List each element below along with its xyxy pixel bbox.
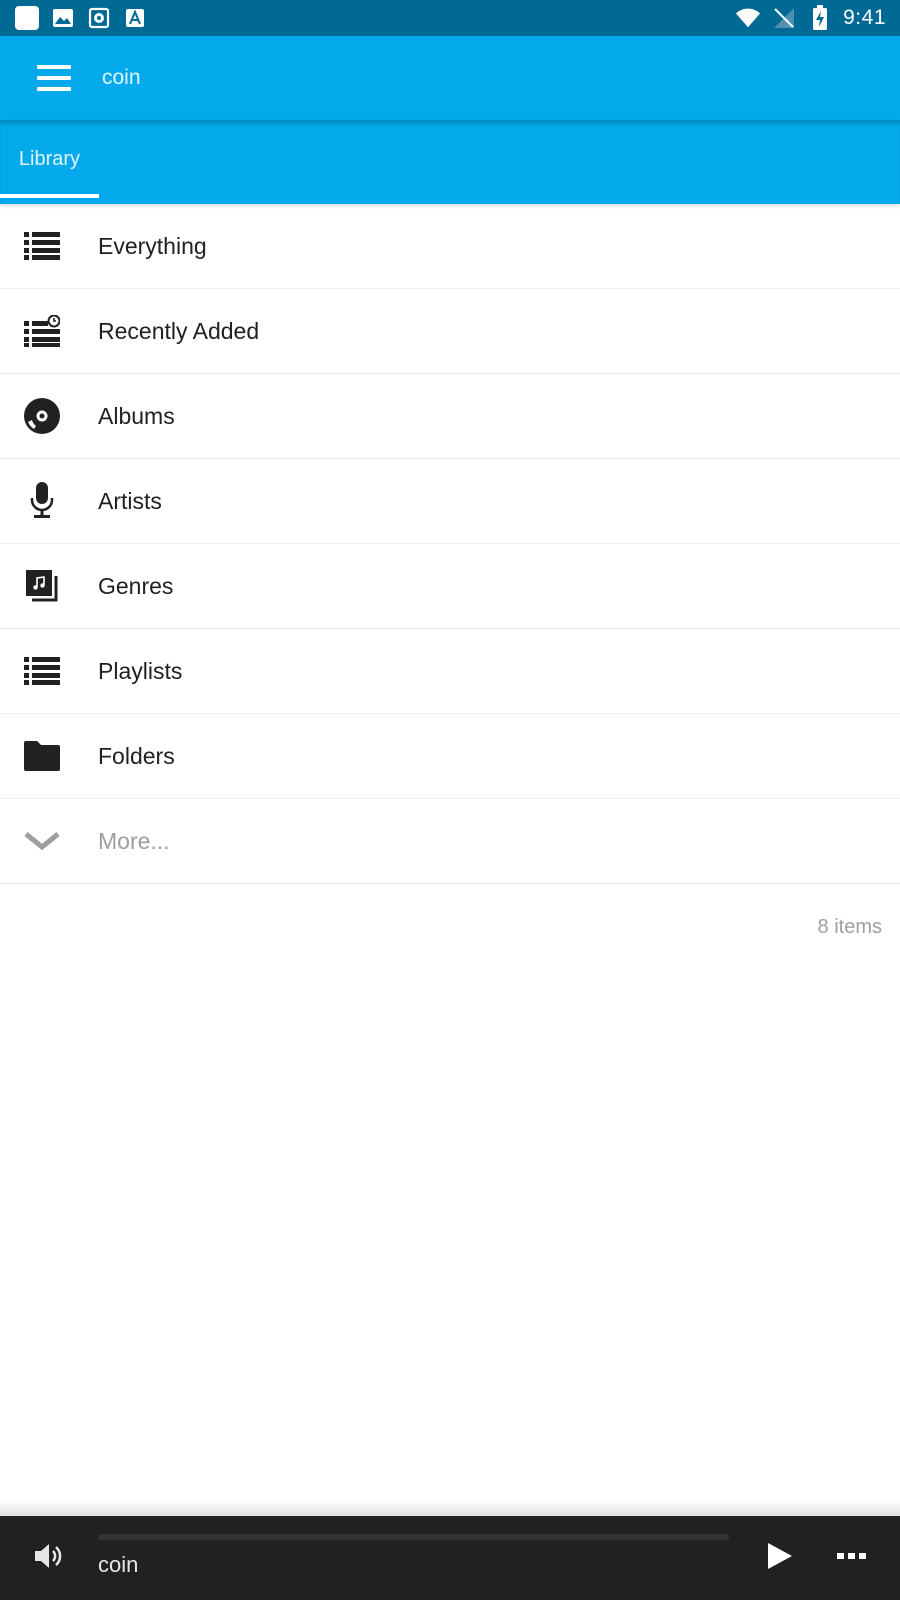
text-notification-icon — [122, 5, 148, 31]
player-shadow — [0, 1500, 900, 1516]
volume-button[interactable] — [28, 1536, 68, 1576]
library-item-label: Albums — [98, 402, 175, 429]
play-icon — [768, 1543, 792, 1569]
library-item-label: Folders — [98, 742, 175, 769]
items-count: 8 items — [817, 916, 882, 938]
library-item-label: Everything — [98, 232, 207, 259]
app-notification-icon — [14, 5, 40, 31]
tab-indicator — [0, 194, 99, 198]
battery-charging-icon — [807, 5, 833, 31]
library-item-albums[interactable]: Albums — [0, 374, 900, 459]
library-item-label: Genres — [98, 572, 174, 599]
library-item-label: More... — [98, 827, 170, 854]
library-item-everything[interactable]: Everything — [0, 204, 900, 289]
library-item-label: Artists — [98, 487, 162, 514]
library-item-playlists[interactable]: Playlists — [0, 629, 900, 714]
app-bar: coin — [0, 36, 900, 120]
folder-icon — [0, 741, 98, 771]
list-icon — [0, 232, 98, 260]
no-signal-icon — [771, 5, 797, 31]
recent-list-icon — [0, 315, 98, 347]
wifi-icon — [735, 5, 761, 31]
image-notification-icon — [50, 5, 76, 31]
microphone-icon — [0, 482, 98, 520]
library-item-artists[interactable]: Artists — [0, 459, 900, 544]
chevron-down-icon — [0, 831, 98, 851]
status-time: 9:41 — [843, 6, 886, 29]
menu-button[interactable] — [27, 51, 81, 105]
app-title: coin — [102, 66, 141, 89]
tab-library[interactable]: Library — [0, 120, 99, 198]
more-horizontal-icon — [837, 1553, 866, 1559]
status-system: 9:41 — [735, 5, 886, 31]
overflow-menu-button[interactable] — [832, 1536, 872, 1576]
volume-icon — [35, 1544, 62, 1568]
mini-player: coin — [0, 1516, 900, 1600]
music-note-stack-icon — [0, 569, 98, 603]
photo-notification-icon — [86, 5, 112, 31]
library-item-label: Recently Added — [98, 317, 260, 344]
status-notifications — [14, 5, 148, 31]
library-item-genres[interactable]: Genres — [0, 544, 900, 629]
now-playing-title: coin — [98, 1552, 139, 1577]
seek-bar[interactable] — [98, 1534, 729, 1540]
tab-bar: Library — [0, 120, 900, 204]
status-bar: 9:41 — [0, 0, 900, 36]
library-item-label: Playlists — [98, 657, 183, 684]
library-item-more[interactable]: More... — [0, 799, 900, 884]
library-list: Everything Recently Added Albums Artists… — [0, 204, 900, 884]
hamburger-menu-icon — [37, 65, 71, 91]
library-item-recently-added[interactable]: Recently Added — [0, 289, 900, 374]
play-button[interactable] — [760, 1536, 800, 1576]
disc-icon — [0, 398, 98, 434]
playlist-icon — [0, 657, 98, 685]
library-item-folders[interactable]: Folders — [0, 714, 900, 799]
